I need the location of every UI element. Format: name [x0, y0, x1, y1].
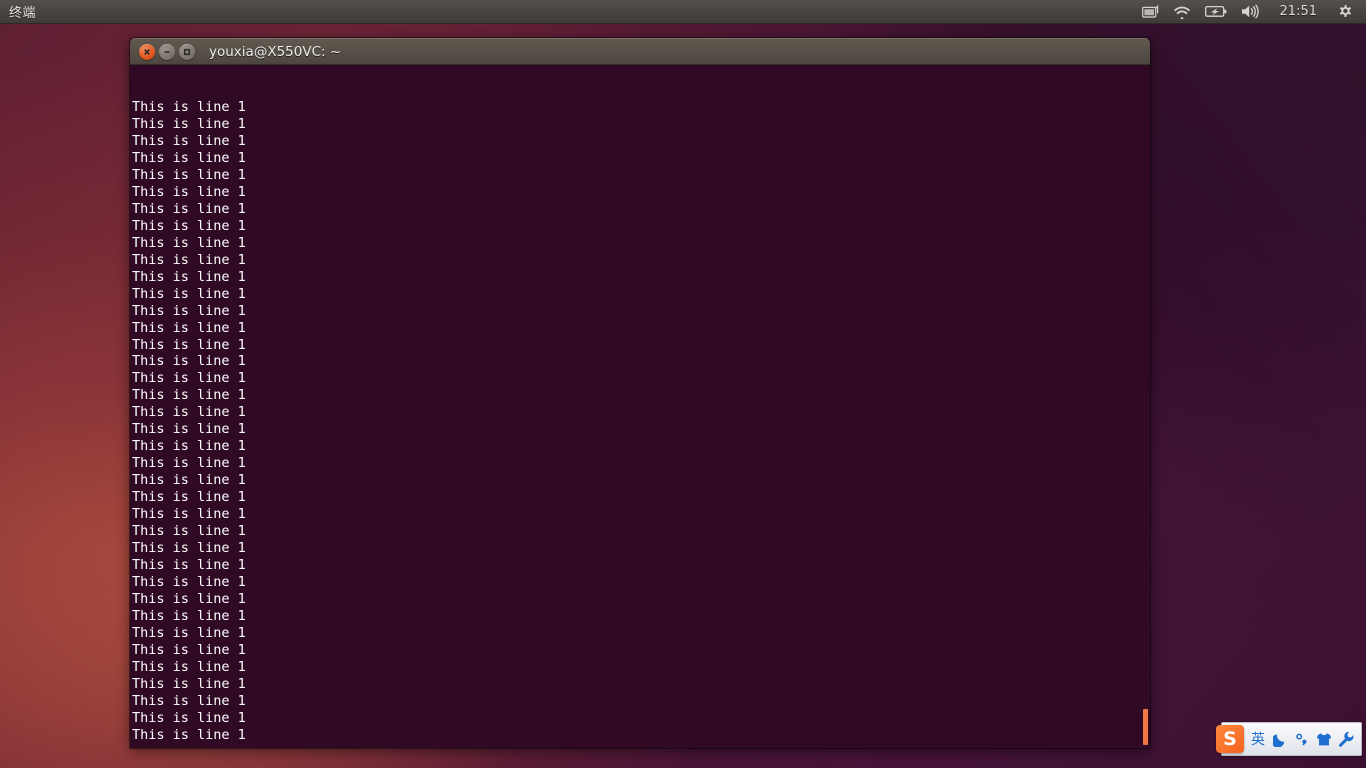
terminal-output-line: This is line 1 [132, 624, 246, 641]
terminal-output-line: This is line 1 [132, 319, 246, 336]
terminal-title: youxia@X550VC: ~ [209, 43, 342, 60]
terminal-output-line: This is line 1 [132, 200, 246, 217]
ime-mode-english[interactable]: 英 [1247, 726, 1269, 752]
terminal-body[interactable]: This is line 1 This is line 1 This is line… [130, 65, 1150, 748]
battery-charging-icon [1204, 5, 1227, 18]
session-indicator[interactable] [1330, 0, 1360, 24]
terminal-output-line: This is line 1 [132, 692, 246, 709]
terminal-output-line: This is line 1 [132, 98, 246, 115]
terminal-output-line: This is line 1 [132, 268, 246, 285]
terminal-output-line: This is line 1 [132, 336, 246, 353]
top-panel: 终端 21:51 [0, 0, 1366, 24]
volume-indicator[interactable] [1234, 0, 1267, 24]
terminal-output-line: This is line 1 [132, 421, 246, 438]
terminal-output-line: This is line 1 [132, 217, 246, 234]
maximize-button[interactable] [179, 43, 195, 60]
clock-indicator[interactable]: 21:51 [1267, 0, 1330, 24]
wrench-icon [1338, 731, 1354, 747]
terminal-output-line: This is line 1 [132, 183, 246, 200]
terminal-screen[interactable]: This is line 1 This is line 1 This is line… [132, 65, 1150, 748]
ime-punctuation-button[interactable] [1291, 726, 1313, 752]
maximize-icon [183, 48, 191, 55]
ime-moon-button[interactable] [1269, 726, 1291, 752]
terminal-output-line: This is line 1 [132, 115, 246, 132]
terminal-output-line: This is line 1 [132, 489, 246, 506]
terminal-output-line: This is line 1 [132, 438, 246, 455]
moon-icon [1272, 732, 1288, 747]
volume-icon [1241, 4, 1260, 19]
tshirt-icon [1316, 732, 1332, 747]
wifi-indicator[interactable] [1166, 0, 1198, 24]
window-controls [139, 43, 195, 60]
terminal-output: This is line 1 This is line 1 This is line… [132, 99, 1150, 744]
terminal-output-line: This is line 1 [132, 658, 246, 675]
terminal-output-line: This is line 1 [132, 285, 246, 302]
terminal-output-line: This is line 1 [132, 149, 246, 166]
ime-settings-button[interactable] [1335, 726, 1357, 752]
terminal-output-line: This is line 1 [132, 608, 246, 624]
terminal-output-line: This is line 1 [132, 506, 246, 523]
terminal-output-line: This is line 1 [132, 251, 246, 268]
terminal-output-line: This is line 1 [132, 675, 246, 692]
terminal-output-line: This is line 1 [132, 709, 246, 726]
wifi-icon [1173, 5, 1191, 19]
terminal-output-line: This is line 1 [132, 523, 246, 540]
terminal-output-line: This is line 1 [132, 234, 246, 251]
terminal-output-line: This is line 1 [132, 404, 246, 421]
keyboard-icon [1141, 4, 1159, 19]
battery-indicator[interactable] [1198, 0, 1234, 24]
terminal-output-line: This is line 1 [132, 574, 246, 591]
ime-logo[interactable]: S [1216, 725, 1244, 753]
close-icon [144, 48, 150, 55]
terminal-output-line: This is line 1 [132, 353, 246, 370]
ime-toolbar[interactable]: S 英 [1216, 722, 1362, 756]
terminal-window[interactable]: youxia@X550VC: ~ This is line 1 This is l… [130, 38, 1150, 748]
minimize-button[interactable] [159, 43, 175, 60]
terminal-output-line: This is line 1 [132, 641, 246, 658]
terminal-output-line: This is line 1 [132, 726, 246, 743]
terminal-titlebar[interactable]: youxia@X550VC: ~ [130, 38, 1150, 65]
terminal-output-line: This is line 1 [132, 472, 246, 489]
terminal-scrollbar-thumb[interactable] [1143, 709, 1148, 745]
terminal-output-line: This is line 1 [132, 591, 246, 608]
keyboard-indicator[interactable] [1135, 0, 1166, 24]
gear-icon [1337, 4, 1353, 20]
terminal-output-line: This is line 1 [132, 455, 246, 472]
panel-indicator-area: 21:51 [1135, 0, 1366, 24]
close-button[interactable] [139, 43, 155, 60]
clock-label: 21:51 [1279, 4, 1317, 19]
terminal-output-line: This is line 1 [132, 370, 246, 387]
terminal-output-line: This is line 1 [132, 166, 246, 183]
terminal-scrollbar[interactable] [1143, 65, 1150, 748]
terminal-output-line: This is line 1 [132, 557, 246, 574]
terminal-output-line: This is line 1 [132, 302, 246, 319]
ime-skin-button[interactable] [1313, 726, 1335, 752]
minimize-icon [164, 50, 170, 53]
terminal-output-line: This is line 1 [132, 387, 246, 404]
terminal-output-line: This is line 1 [132, 132, 246, 149]
terminal-output-line: This is line 1 [132, 540, 246, 557]
panel-app-menu-title[interactable]: 终端 [9, 2, 36, 21]
punctuation-icon [1295, 732, 1310, 747]
